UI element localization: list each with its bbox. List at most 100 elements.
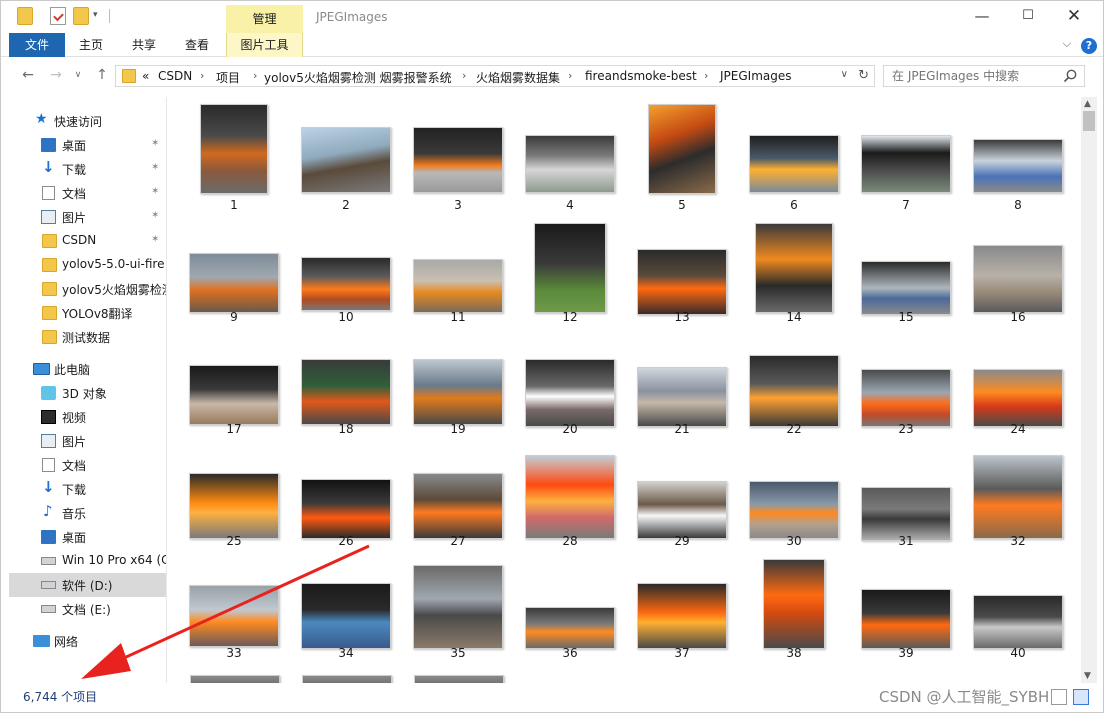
tab-share[interactable]: 共享 <box>124 33 164 57</box>
file-item[interactable]: 14 <box>738 209 850 324</box>
file-item[interactable]: 32 <box>962 433 1074 548</box>
file-item[interactable]: 35 <box>402 545 514 660</box>
file-item[interactable]: 5 <box>626 97 738 212</box>
file-item[interactable]: 16 <box>962 209 1074 324</box>
file-item[interactable]: 12 <box>514 209 626 324</box>
file-item[interactable]: 28 <box>514 433 626 548</box>
file-item[interactable]: 33 <box>178 545 290 660</box>
details-view-button[interactable] <box>1051 689 1067 705</box>
crumb-yolov5[interactable]: yolov5火焰烟雾检测 烟雾报警系统 <box>264 69 452 86</box>
file-item[interactable]: 29 <box>626 433 738 548</box>
file-item[interactable]: 20 <box>514 321 626 436</box>
file-item[interactable]: 4 <box>514 97 626 212</box>
address-overflow[interactable]: « <box>142 69 149 83</box>
sidebar-item-pictures-pc[interactable]: 图片 <box>9 429 166 453</box>
sidebar-item-downloads-pc[interactable]: ↓ 下载 <box>9 477 166 501</box>
sidebar-item-quick-access[interactable]: ★ 快速访问 <box>9 109 166 133</box>
sidebar-item-music[interactable]: ♪ 音乐 <box>9 501 166 525</box>
sidebar-item-desktop[interactable]: 桌面 ✶ <box>9 133 166 157</box>
sidebar-item-drive-d[interactable]: 软件 (D:) <box>9 573 166 597</box>
sidebar-item-yolov8-translate[interactable]: YOLOv8翻译 <box>9 301 166 325</box>
sidebar-item-videos[interactable]: 视频 <box>9 405 166 429</box>
back-arrow-icon[interactable]: ← <box>17 65 39 85</box>
file-item[interactable]: 19 <box>402 321 514 436</box>
crumb-project[interactable]: 项目 <box>216 69 240 86</box>
file-item[interactable]: 26 <box>290 433 402 548</box>
file-item[interactable]: 13 <box>626 209 738 324</box>
expand-ribbon-icon[interactable]: ⌵ <box>1063 37 1071 51</box>
sidebar-item-drive-c[interactable]: Win 10 Pro x64 (C <box>9 549 166 573</box>
recent-locations-icon[interactable]: ∨ <box>67 65 89 85</box>
file-item[interactable]: 27 <box>402 433 514 548</box>
sidebar-item-drive-e[interactable]: 文档 (E:) <box>9 597 166 621</box>
sidebar-item-yolov5-fire-smoke[interactable]: yolov5火焰烟雾检测 <box>9 277 166 301</box>
tab-file[interactable]: 文件 <box>9 33 65 57</box>
close-button[interactable]: ✕ <box>1051 1 1097 33</box>
sidebar-item-csdn[interactable]: CSDN ✶ <box>9 229 166 253</box>
chevron-right-icon[interactable]: › <box>462 69 466 82</box>
file-item[interactable]: 9 <box>178 209 290 324</box>
pin-icon[interactable]: ✶ <box>151 234 159 245</box>
properties-icon[interactable] <box>50 7 66 25</box>
forward-arrow-icon[interactable]: → <box>45 65 67 85</box>
help-icon[interactable]: ? <box>1081 38 1097 54</box>
crumb-fireandsmoke[interactable]: fireandsmoke-best <box>585 69 697 83</box>
pin-icon[interactable]: ✶ <box>151 186 159 197</box>
pin-icon[interactable]: ✶ <box>151 162 159 173</box>
file-item[interactable]: 17 <box>178 321 290 436</box>
sidebar-item-documents-pc[interactable]: 文档 <box>9 453 166 477</box>
file-item[interactable]: 15 <box>850 209 962 324</box>
vertical-scrollbar[interactable]: ▲ ▼ <box>1081 97 1097 683</box>
crumb-dataset[interactable]: 火焰烟雾数据集 <box>476 69 560 86</box>
tab-picture-tools[interactable]: 图片工具 <box>226 33 303 57</box>
minimize-button[interactable]: — <box>959 1 1005 33</box>
maximize-button[interactable]: ☐ <box>1005 1 1051 33</box>
chevron-down-icon[interactable]: ∨ <box>841 69 848 80</box>
file-item[interactable]: 24 <box>962 321 1074 436</box>
file-item[interactable]: 21 <box>626 321 738 436</box>
crumb-jpegimages[interactable]: JPEGImages <box>720 69 792 83</box>
customize-quick-access-icon[interactable]: ▾ <box>93 10 109 28</box>
file-item[interactable]: 3 <box>402 97 514 212</box>
file-item[interactable]: 34 <box>290 545 402 660</box>
tab-home[interactable]: 主页 <box>71 33 111 57</box>
sidebar-item-documents[interactable]: 文档 ✶ <box>9 181 166 205</box>
sidebar-item-this-pc[interactable]: 此电脑 <box>9 357 166 381</box>
crumb-csdn[interactable]: CSDN <box>158 69 192 83</box>
file-item[interactable]: 40 <box>962 545 1074 660</box>
file-item[interactable]: 36 <box>514 545 626 660</box>
chevron-right-icon[interactable]: › <box>704 69 708 82</box>
new-folder-icon[interactable] <box>73 7 89 25</box>
sidebar-item-network[interactable]: 网络 <box>9 629 166 653</box>
up-arrow-icon[interactable]: ↑ <box>91 65 113 85</box>
sidebar-item-test-data[interactable]: 测试数据 <box>9 325 166 349</box>
scroll-thumb[interactable] <box>1083 111 1095 131</box>
file-item[interactable]: 25 <box>178 433 290 548</box>
search-input[interactable] <box>892 69 1062 83</box>
refresh-icon[interactable]: ↻ <box>858 68 869 83</box>
file-item[interactable]: 10 <box>290 209 402 324</box>
file-item[interactable]: 31 <box>850 433 962 548</box>
file-item[interactable]: 6 <box>738 97 850 212</box>
file-item[interactable]: 30 <box>738 433 850 548</box>
file-item[interactable]: 11 <box>402 209 514 324</box>
chevron-right-icon[interactable]: › <box>200 69 204 82</box>
file-item[interactable]: 1 <box>178 97 290 212</box>
sidebar-item-pictures[interactable]: 图片 ✶ <box>9 205 166 229</box>
file-item[interactable]: 2 <box>290 97 402 212</box>
file-item[interactable]: 38 <box>738 545 850 660</box>
sidebar-item-3d-objects[interactable]: 3D 对象 <box>9 381 166 405</box>
file-item[interactable]: 18 <box>290 321 402 436</box>
chevron-right-icon[interactable]: › <box>568 69 572 82</box>
sidebar-item-yolov5-ui-fire[interactable]: yolov5-5.0-ui-fire <box>9 253 166 277</box>
file-item[interactable]: 7 <box>850 97 962 212</box>
chevron-right-icon[interactable]: › <box>253 69 257 82</box>
scroll-up-arrow-icon[interactable]: ▲ <box>1084 99 1091 109</box>
pin-icon[interactable]: ✶ <box>151 138 159 149</box>
search-box[interactable] <box>883 65 1085 87</box>
tab-view[interactable]: 查看 <box>177 33 217 57</box>
sidebar-item-downloads[interactable]: ↓ 下载 ✶ <box>9 157 166 181</box>
pin-icon[interactable]: ✶ <box>151 210 159 221</box>
file-item[interactable]: 22 <box>738 321 850 436</box>
file-item[interactable]: 23 <box>850 321 962 436</box>
